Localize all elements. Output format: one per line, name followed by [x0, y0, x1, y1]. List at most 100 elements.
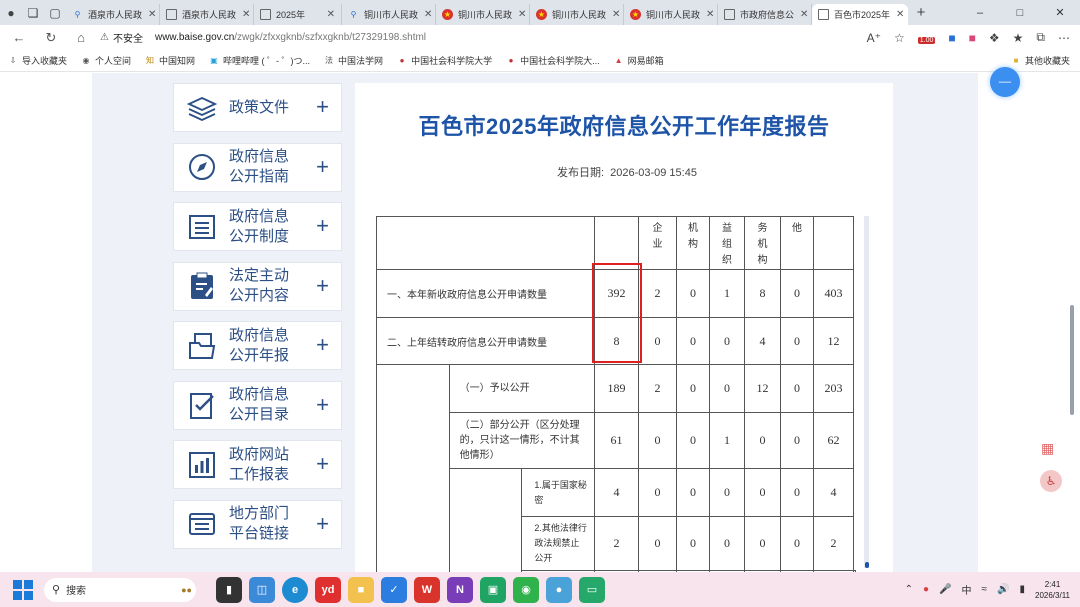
- app-green-icon[interactable]: ▣: [480, 576, 506, 603]
- file-explorer-icon[interactable]: ■: [348, 576, 374, 603]
- clock[interactable]: 2:41 2026/3/11: [1035, 579, 1070, 601]
- table-scroll-track[interactable]: [864, 216, 869, 568]
- extension-badge[interactable]: 1.00: [917, 31, 936, 45]
- expand-plus-icon[interactable]: +: [316, 452, 329, 476]
- wifi-icon[interactable]: ≈: [982, 584, 988, 595]
- microphone-icon[interactable]: 🎤: [939, 584, 951, 595]
- browser-tab[interactable]: ★ 铜川市人民政 ✕: [530, 4, 624, 25]
- minimize-button[interactable]: –: [960, 0, 1000, 25]
- extension-icon-2[interactable]: ■: [969, 31, 976, 45]
- close-tab-icon[interactable]: ✕: [606, 9, 620, 20]
- sidebar-item[interactable]: 政府信息 公开指南 +: [173, 142, 342, 192]
- close-tab-icon[interactable]: ✕: [142, 9, 156, 20]
- expand-plus-icon[interactable]: +: [316, 214, 329, 238]
- profile-icon[interactable]: ●: [0, 0, 22, 25]
- extensions-puzzle-icon[interactable]: ❖: [989, 31, 1000, 45]
- wechat-icon[interactable]: ◉: [513, 576, 539, 603]
- edge-icon[interactable]: e: [282, 576, 308, 603]
- task-view-icon[interactable]: ▮: [216, 576, 242, 603]
- maximize-button[interactable]: □: [1000, 0, 1040, 25]
- wps-icon[interactable]: W: [414, 576, 440, 603]
- sidebar-item[interactable]: 地方部门 平台链接 +: [173, 499, 342, 549]
- close-tab-icon[interactable]: ✕: [890, 9, 904, 20]
- new-tab-button[interactable]: +: [908, 0, 934, 25]
- browser-tab[interactable]: 市政府信息公 ✕: [718, 4, 812, 25]
- url-field[interactable]: ⚠ 不安全 www.baise.gov.cn/zwgk/zfxxgknb/szf…: [100, 27, 860, 48]
- emblem-favicon-icon: ★: [442, 9, 453, 20]
- collections-icon[interactable]: ⧉: [1036, 30, 1045, 45]
- battery-icon[interactable]: ▮: [1019, 584, 1025, 595]
- tray-chevron-icon[interactable]: ⌃: [905, 584, 913, 595]
- browser-tab[interactable]: ⚲ 酒泉市人民政 ✕: [66, 4, 160, 25]
- grid-icon[interactable]: ▦: [1041, 440, 1054, 457]
- more-menu-icon[interactable]: ⋯: [1058, 31, 1070, 45]
- bookmark-item[interactable]: ● 中国社会科学院大...: [506, 54, 600, 67]
- bookmark-item[interactable]: ⇩ 导入收藏夹: [8, 54, 67, 67]
- close-tab-icon[interactable]: ✕: [418, 9, 432, 20]
- favorites-icon[interactable]: ★: [1013, 31, 1024, 45]
- close-tab-icon[interactable]: ✕: [512, 9, 526, 20]
- accessibility-icon[interactable]: ♿: [1040, 470, 1062, 492]
- browser-tab[interactable]: 2025年 ✕: [254, 4, 342, 25]
- close-window-button[interactable]: ✕: [1040, 0, 1080, 25]
- expand-plus-icon[interactable]: +: [316, 392, 329, 417]
- sidebar-item[interactable]: 法定主动 公开内容 +: [173, 261, 342, 311]
- page-favicon-icon: [166, 9, 177, 20]
- expand-plus-icon[interactable]: +: [316, 154, 329, 179]
- sidebar-item[interactable]: 政府信息 公开年报 +: [173, 321, 342, 370]
- table-scroll-thumb[interactable]: [865, 562, 869, 568]
- sidebar-item[interactable]: 政府信息 公开目录 +: [173, 380, 342, 430]
- app-blue-icon[interactable]: ●: [546, 576, 572, 603]
- expand-plus-icon[interactable]: +: [316, 273, 329, 298]
- refresh-button[interactable]: ↻: [40, 30, 62, 46]
- onenote-icon[interactable]: N: [447, 576, 473, 603]
- floating-assistant-button[interactable]: ––: [990, 67, 1020, 97]
- page-content: 政策文件 + 政府信息 公开指南 + 政府信息 公开制度 + 法定主动 公开内容 + 政府信息 公开年报…: [0, 73, 1080, 572]
- read-aloud-icon[interactable]: A⁺: [867, 31, 881, 45]
- close-tab-icon[interactable]: ✕: [700, 9, 714, 20]
- bookmark-label: 中国法学网: [338, 56, 384, 66]
- sidebar-item[interactable]: 政府网站 工作报表 +: [173, 440, 342, 489]
- browser-tab[interactable]: 百色市2025年 ✕: [812, 4, 908, 25]
- bookmark-item[interactable]: ▣ 哔哩哔哩 ( ゜- ゜)つ...: [209, 54, 310, 67]
- bookmark-item[interactable]: ▲ 网易邮箱: [614, 54, 664, 67]
- ime-indicator[interactable]: 中: [962, 582, 972, 597]
- browser-tab[interactable]: ⚲ 铜川市人民政 ✕: [342, 4, 436, 25]
- expand-plus-icon[interactable]: +: [316, 511, 329, 536]
- todo-icon[interactable]: ✓: [381, 576, 407, 603]
- workspaces-icon[interactable]: ❏: [22, 0, 44, 25]
- bookmark-item[interactable]: 知中国知网: [145, 54, 195, 67]
- sidebar-item[interactable]: 政策文件 +: [173, 83, 342, 132]
- search-highlight-icon: ●●: [181, 584, 192, 595]
- expand-plus-icon[interactable]: +: [316, 95, 329, 119]
- bookmark-favicon-icon: ▣: [210, 56, 218, 65]
- widgets-icon[interactable]: ◫: [249, 576, 275, 603]
- sidebar-item-label: 政策文件: [229, 98, 299, 118]
- tray-app-icon[interactable]: ●: [923, 584, 929, 595]
- search-icon: ⚲: [52, 584, 61, 596]
- expand-plus-icon[interactable]: +: [316, 333, 329, 357]
- close-tab-icon[interactable]: ✕: [321, 9, 335, 20]
- bookmark-label: 导入收藏夹: [22, 56, 68, 66]
- bookmark-item[interactable]: ● 中国社会科学院大学: [397, 54, 492, 67]
- youdao-icon[interactable]: yd: [315, 576, 341, 603]
- close-tab-icon[interactable]: ✕: [236, 9, 250, 20]
- browser-tab[interactable]: ★ 铜川市人民政 ✕: [436, 4, 530, 25]
- taskbar-search[interactable]: ⚲ 搜索 ●●: [44, 577, 196, 602]
- tab-actions-icon[interactable]: ▢: [44, 0, 66, 25]
- browser-tab[interactable]: 酒泉市人民政 ✕: [160, 4, 254, 25]
- back-button[interactable]: ←: [8, 30, 30, 45]
- favorite-star-icon[interactable]: ☆: [894, 31, 905, 45]
- other-bookmarks-folder[interactable]: ■ 其他收藏夹: [1011, 54, 1070, 67]
- windows-start-icon[interactable]: [12, 579, 34, 601]
- page-scrollbar[interactable]: [1070, 305, 1074, 415]
- app-screen-icon[interactable]: ▭: [579, 576, 605, 603]
- bookmark-item[interactable]: 法中国法学网: [324, 54, 383, 67]
- volume-icon[interactable]: 🔊: [997, 584, 1009, 595]
- close-tab-icon[interactable]: ✕: [794, 9, 808, 20]
- extension-icon[interactable]: ■: [948, 31, 955, 45]
- home-icon[interactable]: ⌂: [70, 30, 92, 45]
- sidebar-item[interactable]: 政府信息 公开制度 +: [173, 202, 342, 251]
- bookmark-item[interactable]: ◉ 个人空间: [81, 54, 132, 67]
- browser-tab[interactable]: ★ 铜川市人民政 ✕: [624, 4, 718, 25]
